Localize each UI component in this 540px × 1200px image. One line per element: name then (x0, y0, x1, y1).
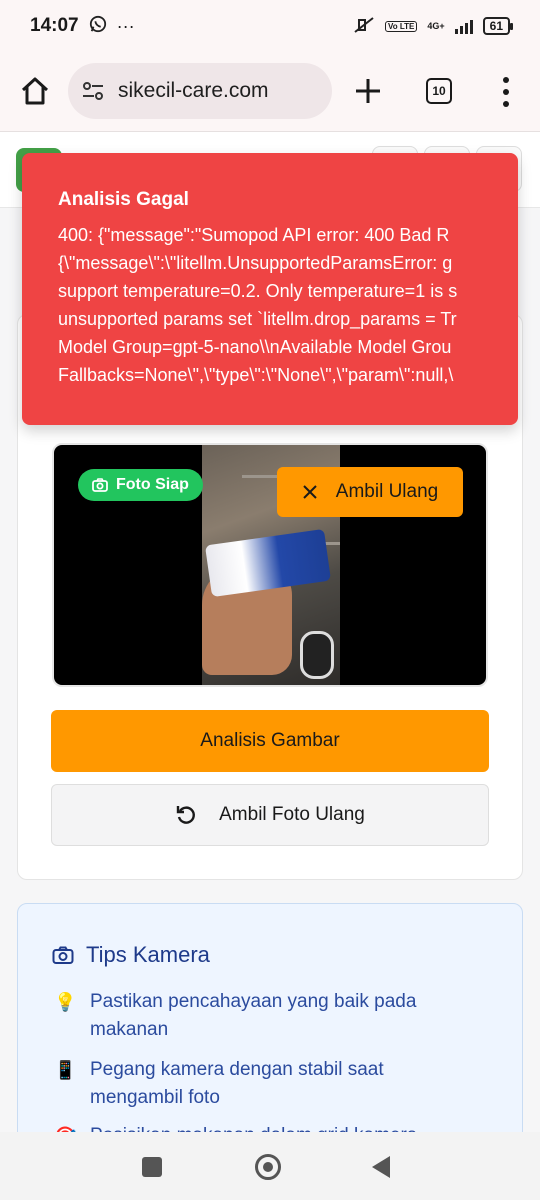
photo-preview: Foto Siap Ambil Ulang (52, 443, 488, 687)
close-icon (303, 485, 317, 499)
home-nav-icon[interactable] (255, 1154, 281, 1180)
rotate-icon (176, 806, 196, 824)
toast-message-line: {\"message\":\"litellm.UnsupportedParams… (58, 253, 453, 273)
system-nav-bar (0, 1132, 540, 1200)
error-toast[interactable]: Analisis Gagal 400: {"message":"Sumopod … (22, 153, 518, 425)
tab-switcher-button[interactable]: 10 (426, 78, 452, 104)
tip-item: 💡 Pastikan pencahayaan yang baik pada mak… (54, 988, 474, 1044)
signal-icon (454, 18, 473, 34)
toast-message-line: Fallbacks=None\",\"type\":\"None\",\"par… (58, 365, 454, 385)
home-icon[interactable] (18, 74, 52, 108)
site-settings-icon[interactable] (80, 78, 106, 104)
battery-icon: 61 (482, 17, 514, 35)
retake-label: Ambil Foto Ulang (219, 804, 365, 825)
analyze-label: Analisis Gambar (200, 730, 340, 751)
recents-icon[interactable] (142, 1157, 162, 1177)
more-menu-icon[interactable] (496, 77, 516, 107)
back-icon[interactable] (372, 1156, 390, 1178)
retake-overlay-label: Ambil Ulang (335, 481, 439, 502)
volte-icon: Vo LTE (385, 20, 418, 32)
toast-message-line: Model Group=gpt-5-nano\\nAvailable Model… (58, 337, 452, 357)
app-root: 14:07 ··· Vo LTE 4G+ 61 sikecil-care.com (0, 0, 540, 1200)
browser-toolbar: sikecil-care.com 10 (0, 52, 540, 132)
mute-icon (353, 16, 375, 37)
toast-message-line: unsupported params set `litellm.drop_par… (58, 309, 457, 329)
photo-ready-badge: Foto Siap (78, 469, 203, 501)
tip-item: 📱 Pegang kamera dengan stabil saat mengam… (54, 1056, 474, 1112)
photo-ready-label: Foto Siap (116, 476, 189, 493)
analyze-button[interactable]: Analisis Gambar (51, 710, 489, 772)
retake-button[interactable]: Ambil Foto Ulang (51, 784, 489, 846)
new-tab-icon[interactable] (352, 75, 384, 107)
tab-count: 10 (432, 84, 446, 98)
camera-tips-panel: Tips Kamera 💡 Pastikan pencahayaan yang … (17, 903, 523, 1163)
toast-message-line: 400: {"message":"Sumopod API error: 400 … (58, 225, 450, 245)
network-type: 4G+ (427, 21, 445, 31)
address-bar[interactable]: sikecil-care.com (68, 63, 332, 119)
camera-icon (92, 478, 108, 492)
status-bar: 14:07 ··· Vo LTE 4G+ 61 (0, 0, 540, 52)
retake-overlay-button[interactable]: Ambil Ulang (277, 467, 463, 517)
url-text[interactable]: sikecil-care.com (118, 79, 269, 103)
phone-icon: 📱 (54, 1060, 77, 1080)
clock: 14:07 (30, 15, 79, 36)
battery-level: 61 (489, 19, 503, 33)
camera-icon (52, 946, 74, 964)
tips-title: Tips Kamera (86, 942, 210, 967)
toast-title: Analisis Gagal (58, 189, 189, 210)
lightbulb-icon: 💡 (54, 992, 77, 1012)
whatsapp-icon (89, 15, 107, 38)
toast-message-line: support temperature=0.2. Only temperatur… (58, 281, 458, 301)
more-notifications: ··· (116, 15, 135, 36)
